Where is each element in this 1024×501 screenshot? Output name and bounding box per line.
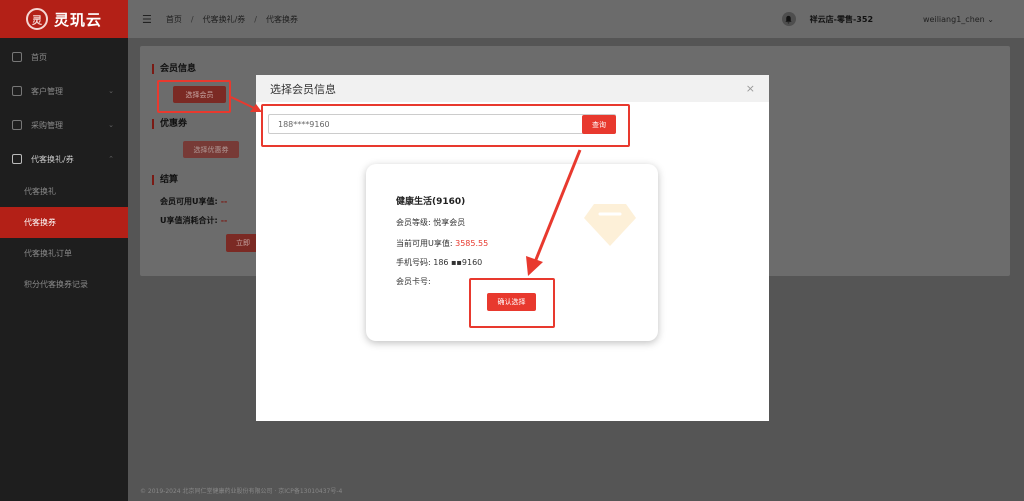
member-points: 当前可用U享值: 3585.55 bbox=[396, 238, 488, 249]
diamond-icon bbox=[584, 204, 636, 246]
sidebar-subitem-coupon-exchange[interactable]: 代客换券 bbox=[0, 207, 128, 238]
sidebar-item-customers[interactable]: 客户管理 ⌄ bbox=[0, 74, 128, 108]
select-coupon-button[interactable]: 选择优惠券 bbox=[183, 141, 239, 158]
available-points-label: 会员可用U享值: -- bbox=[160, 196, 227, 207]
store-name[interactable]: 祥云店-零售-352 bbox=[810, 14, 873, 25]
user-menu[interactable]: weiliang1_chen ⌄ bbox=[923, 15, 994, 24]
member-card-number: 会员卡号: bbox=[396, 276, 431, 287]
logo-mark-icon: 灵 bbox=[26, 8, 48, 30]
member-name: 健康生活(9160) bbox=[396, 197, 466, 207]
header-right: 祥云店-零售-352 weiliang1_chen ⌄ bbox=[781, 0, 994, 38]
sidebar-item-exchange[interactable]: 代客换礼/券 ⌃ bbox=[0, 142, 128, 176]
member-phone-label: 手机号码: bbox=[396, 258, 431, 267]
search-highlight-box bbox=[261, 104, 630, 147]
sidebar-item-label: 客户管理 bbox=[31, 86, 63, 96]
menu-toggle-icon[interactable]: ☰ bbox=[142, 13, 152, 26]
sidebar-item-purchase[interactable]: 采购管理 ⌄ bbox=[0, 108, 128, 142]
submit-button[interactable]: 立即 bbox=[226, 234, 260, 252]
member-phone-value: 186 ▪▪9160 bbox=[433, 258, 483, 267]
breadcrumb-separator: / bbox=[254, 14, 257, 24]
member-section-title: 会员信息 bbox=[152, 64, 196, 74]
total-points-label-text: U享值消耗合计: bbox=[160, 216, 218, 225]
modal-header: 选择会员信息 × bbox=[256, 75, 769, 102]
total-points-value: -- bbox=[220, 216, 228, 225]
confirm-highlight-box bbox=[469, 278, 555, 328]
top-header: ☰ 首页 / 代客换礼/券 / 代客换券 祥云店-零售-352 weiliang… bbox=[128, 0, 1024, 38]
breadcrumb-current: 代客换券 bbox=[265, 14, 298, 24]
bell-icon[interactable] bbox=[781, 12, 796, 26]
sidebar-subitem-gift-orders[interactable]: 代客换礼订单 bbox=[0, 238, 128, 269]
grid-icon bbox=[12, 52, 22, 62]
member-card-label: 会员卡号: bbox=[396, 277, 431, 286]
member-points-value: 3585.55 bbox=[455, 239, 489, 248]
available-points-label-text: 会员可用U享值: bbox=[160, 197, 218, 206]
logo[interactable]: 灵 灵玑云 bbox=[0, 0, 128, 38]
sidebar-item-label: 首页 bbox=[31, 52, 47, 62]
breadcrumb-home[interactable]: 首页 bbox=[166, 14, 182, 25]
customer-icon bbox=[12, 86, 22, 96]
sidebar-subitem-points-records[interactable]: 积分代客换券记录 bbox=[0, 269, 128, 300]
member-level: 会员等级: 悦享会员 bbox=[396, 217, 465, 228]
breadcrumb-exchange[interactable]: 代客换礼/券 bbox=[203, 14, 246, 25]
chevron-down-icon: ⌄ bbox=[108, 87, 114, 95]
sidebar: 灵 灵玑云 首页 客户管理 ⌄ 采购管理 ⌄ 代客换礼/券 ⌃ 代客换礼 代客换… bbox=[0, 0, 128, 501]
close-icon[interactable]: × bbox=[746, 82, 755, 95]
settle-section-title: 结算 bbox=[152, 175, 178, 185]
member-points-label: 当前可用U享值: bbox=[396, 239, 453, 248]
cart-icon bbox=[12, 154, 22, 164]
member-level-value: 悦享会员 bbox=[433, 218, 466, 227]
available-points-value: -- bbox=[220, 197, 228, 206]
sidebar-item-label: 代客换礼/券 bbox=[31, 154, 74, 164]
logo-text: 灵玑云 bbox=[54, 10, 103, 29]
breadcrumb-separator: / bbox=[190, 14, 194, 24]
chevron-up-icon: ⌃ bbox=[108, 155, 114, 163]
sidebar-item-home[interactable]: 首页 bbox=[0, 40, 128, 74]
select-member-highlight-box bbox=[157, 80, 231, 113]
sidebar-item-label: 采购管理 bbox=[31, 120, 63, 130]
select-member-modal: 选择会员信息 × 188****9160 查询 健康生活(9160) 会员等级:… bbox=[256, 75, 769, 421]
total-points-label: U享值消耗合计: -- bbox=[160, 215, 227, 226]
purchase-icon bbox=[12, 120, 22, 130]
coupon-section-title: 优惠券 bbox=[152, 119, 187, 129]
modal-title: 选择会员信息 bbox=[270, 82, 336, 96]
sidebar-subitem-gift-exchange[interactable]: 代客换礼 bbox=[0, 176, 128, 207]
footer-copyright: © 2019-2024 北京同仁堂健康药业股份有限公司 · 京ICP备13010… bbox=[140, 488, 343, 495]
member-phone: 手机号码: 186 ▪▪9160 bbox=[396, 257, 482, 268]
member-level-label: 会员等级: bbox=[396, 218, 431, 227]
chevron-down-icon: ⌄ bbox=[108, 121, 114, 129]
